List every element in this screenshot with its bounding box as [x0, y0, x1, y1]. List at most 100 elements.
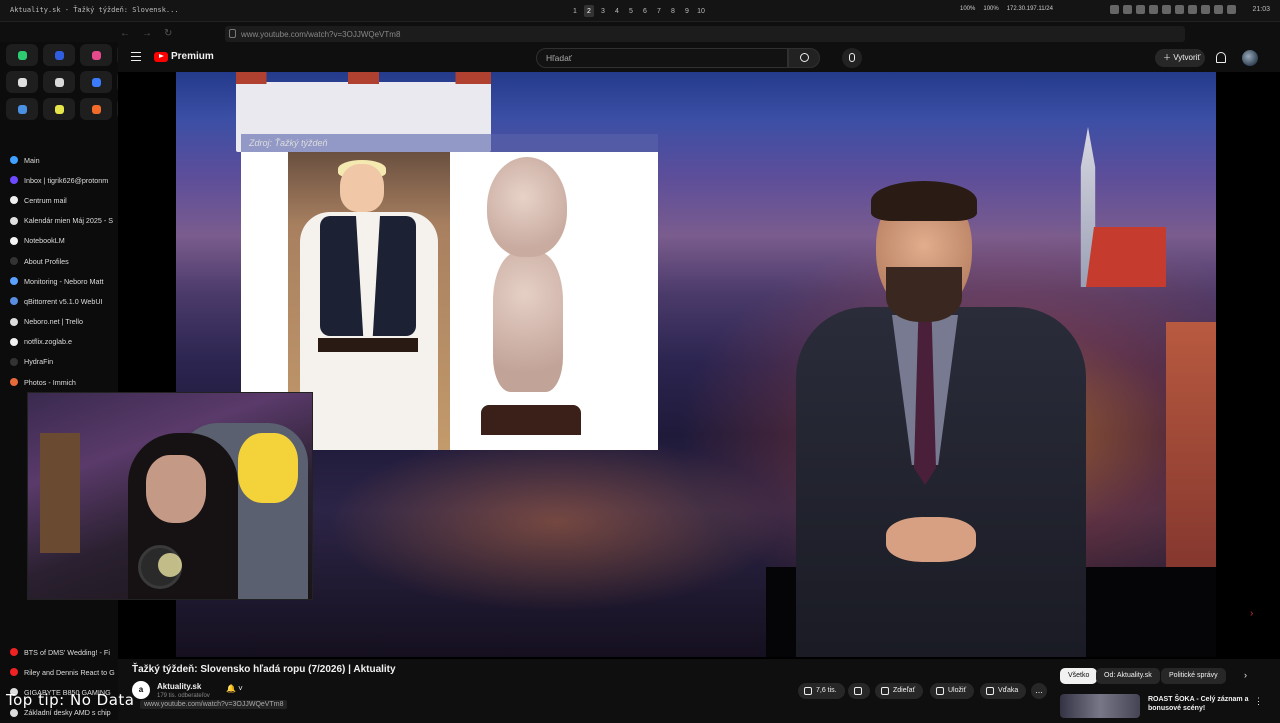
workspace-10[interactable]: 10: [696, 5, 706, 17]
workspace-1[interactable]: 1: [570, 5, 580, 17]
vpn-icon[interactable]: [1110, 5, 1119, 14]
search-input[interactable]: Hľadať: [536, 48, 788, 68]
window-title: Aktuality.sk - Ťažký týždeň: Slovensk...: [10, 6, 179, 14]
pinned-tab[interactable]: [80, 44, 112, 66]
settings-icon[interactable]: [1227, 5, 1236, 14]
favicon-icon: [10, 668, 18, 677]
thanks-button[interactable]: Vďaka: [980, 683, 1027, 699]
chat-icon: [91, 77, 101, 87]
chip-from-channel[interactable]: Od: Aktuality.sk: [1096, 668, 1160, 684]
photo-statue: [481, 157, 581, 437]
search-button[interactable]: [788, 48, 820, 68]
favicon-icon: [10, 277, 18, 286]
sidebar-item-label: Základní desky AMD s chip: [24, 708, 111, 718]
avatar[interactable]: [1242, 50, 1258, 66]
pinned-tab[interactable]: [6, 98, 38, 120]
channel-name[interactable]: Aktuality.sk: [157, 682, 201, 691]
like-button[interactable]: 7,6 tis.: [798, 683, 845, 699]
workspace-switcher[interactable]: 1 2 3 4 5 6 7 8 9 10: [570, 5, 706, 17]
sidebar-item-label: qBittorrent v5.1.0 WebUI: [24, 296, 103, 306]
clock: 21:03: [1252, 6, 1270, 13]
sidebar-item[interactable]: Monitoring - Neboro Matt: [0, 271, 118, 291]
youtube-logo[interactable]: Premium: [154, 51, 214, 62]
steam-icon[interactable]: [1188, 5, 1197, 14]
favicon-icon: [10, 297, 18, 306]
chevron-right-icon[interactable]: ›: [1244, 670, 1254, 682]
telegram-icon[interactable]: [1175, 5, 1184, 14]
gmail-icon: [54, 77, 64, 87]
notifications-icon[interactable]: [1216, 52, 1226, 63]
battery-icon[interactable]: [1136, 5, 1145, 14]
chip-all[interactable]: Všetko: [1060, 668, 1098, 684]
menu-icon[interactable]: [131, 52, 141, 61]
workspace-9[interactable]: 9: [682, 5, 692, 17]
workspace-4[interactable]: 4: [612, 5, 622, 17]
create-label: Vytvoriť: [1173, 53, 1201, 62]
workspace-5[interactable]: 5: [626, 5, 636, 17]
pinned-tab[interactable]: [43, 71, 75, 93]
pinned-tab[interactable]: [43, 44, 75, 66]
back-icon[interactable]: ←: [120, 28, 130, 39]
bluetooth-icon[interactable]: [1162, 5, 1171, 14]
video-frame[interactable]: Zdroj: Ťažký týždeň: [176, 72, 1216, 657]
tray-text: 172.30.197.11/24: [1006, 6, 1053, 12]
instagram-icon: [91, 50, 101, 60]
gmail-icon: [17, 77, 27, 87]
pinned-tab[interactable]: [6, 71, 38, 93]
recommendation-title[interactable]: ROAST ŠOKA - Celý záznam a bonusové scén…: [1148, 695, 1260, 713]
save-button[interactable]: Uložiť: [930, 683, 975, 699]
player-side-arrow-icon: ›: [1250, 608, 1254, 619]
tray-text: 100%: [960, 6, 976, 12]
sidebar-item-label: BTS of DMS' Wedding! - Fi: [24, 647, 110, 657]
subscribe-bell-button[interactable]: 🔔 ˅: [226, 684, 256, 698]
tray-text: 100%: [983, 6, 999, 12]
sidebar-item[interactable]: NotebookLM: [0, 231, 118, 251]
news-anchor: [796, 181, 1126, 657]
pinned-tab[interactable]: [80, 98, 112, 120]
sidebar-item[interactable]: qBittorrent v5.1.0 WebUI: [0, 291, 118, 311]
system-tray-icons[interactable]: [1110, 5, 1236, 14]
share-button[interactable]: Zdieľať: [875, 683, 924, 699]
sidebar-item[interactable]: BTS of DMS' Wedding! - Fi: [0, 642, 118, 662]
channel-avatar[interactable]: a: [132, 681, 150, 699]
address-bar[interactable]: www.youtube.com/watch?v=3OJJWQeVTm8: [225, 26, 1185, 42]
recommendation-thumbnail[interactable]: [1060, 694, 1140, 718]
sidebar-item-label: Main: [24, 155, 40, 165]
sidebar-item[interactable]: Centrum mail: [0, 190, 118, 210]
forward-icon[interactable]: →: [142, 28, 152, 39]
dislike-button[interactable]: [848, 683, 870, 699]
thanks-label: Vďaka: [998, 687, 1019, 694]
reload-icon[interactable]: ↻: [164, 28, 172, 39]
network-icon[interactable]: [1123, 5, 1132, 14]
workspace-7[interactable]: 7: [654, 5, 664, 17]
discord-icon[interactable]: [1201, 5, 1210, 14]
workspace-3[interactable]: 3: [598, 5, 608, 17]
sidebar-item-label: notflix.zoglab.e: [24, 337, 72, 347]
workspace-6[interactable]: 6: [640, 5, 650, 17]
recommendation-item[interactable]: ROAST ŠOKA - Celý záznam a bonusové scén…: [1058, 692, 1280, 720]
pinned-tab[interactable]: [80, 71, 112, 93]
favicon-icon: [10, 257, 18, 266]
sidebar-item[interactable]: Riley and Dennis React to G: [0, 662, 118, 682]
sidebar-item[interactable]: Kalendár mien Máj 2025 - S: [0, 211, 118, 231]
sidebar-item[interactable]: Neboro.net | Trello: [0, 312, 118, 332]
update-icon[interactable]: [1214, 5, 1223, 14]
favicon-icon: [10, 648, 18, 657]
sidebar-item[interactable]: Inbox | tigrik626@protonm: [0, 170, 118, 190]
sidebar-item[interactable]: notflix.zoglab.e: [0, 332, 118, 352]
sidebar-item[interactable]: About Profiles: [0, 251, 118, 271]
mic-icon[interactable]: [842, 48, 862, 68]
workspace-2[interactable]: 2: [584, 5, 594, 17]
chip-political-news[interactable]: Politické správy: [1161, 668, 1226, 684]
pinned-tab[interactable]: [43, 98, 75, 120]
sidebar-item[interactable]: Main: [0, 150, 118, 170]
pinned-tab[interactable]: [6, 44, 38, 66]
sidebar-item[interactable]: Photos - Immich: [0, 372, 118, 392]
browser-sidebar: Main Inbox | tigrik626@protonm Centrum mai…: [0, 42, 149, 720]
more-actions-button[interactable]: ...: [1031, 683, 1047, 699]
create-button[interactable]: ＋ Vytvoriť: [1155, 49, 1205, 67]
volume-icon[interactable]: [1149, 5, 1158, 14]
sidebar-item[interactable]: HydraFin: [0, 352, 118, 372]
workspace-8[interactable]: 8: [668, 5, 678, 17]
more-vert-icon[interactable]: ⋮: [1254, 696, 1263, 707]
